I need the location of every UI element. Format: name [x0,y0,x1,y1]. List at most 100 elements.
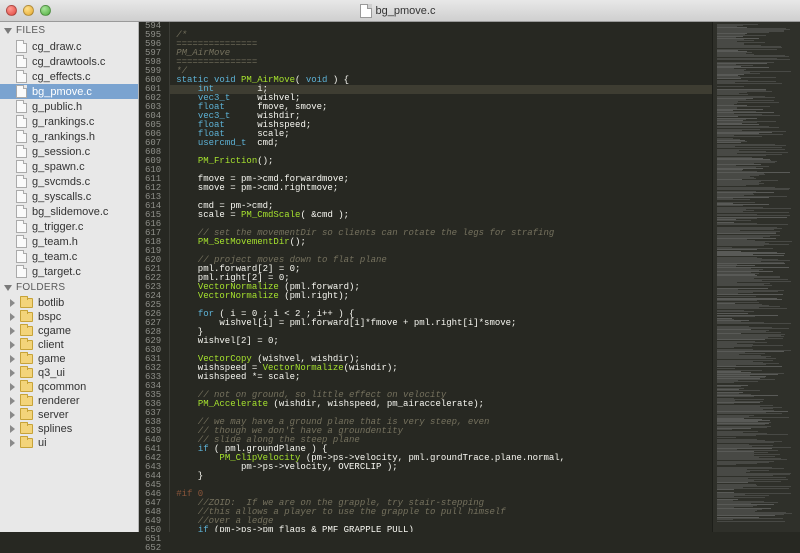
disclosure-right-icon [10,383,15,391]
file-icon [16,130,27,143]
disclosure-right-icon [10,327,15,335]
sidebar-file-item[interactable]: g_team.c [0,249,138,264]
main-panel: FILES cg_draw.c cg_drawtools.c cg_effects.… [0,22,800,532]
sidebar-folder-item[interactable]: q3_ui [0,366,138,380]
folder-icon [20,438,33,448]
disclosure-right-icon [10,425,15,433]
sidebar-group-label: FOLDERS [16,282,65,293]
sidebar-folder-label: botlib [38,297,64,309]
sidebar-file-label: g_target.c [32,266,81,278]
folder-icon [20,396,33,406]
sidebar-folder-label: client [38,339,64,351]
sidebar-file-item[interactable]: g_public.h [0,99,138,114]
file-icon [16,115,27,128]
sidebar-folder-item[interactable]: server [0,408,138,422]
sidebar-folder-label: game [38,353,66,365]
folder-icon [20,312,33,322]
editor: 5945955965975985996006016026036046056066… [139,22,800,532]
sidebar-folder-item[interactable]: game [0,352,138,366]
sidebar-file-label: cg_drawtools.c [32,56,105,68]
sidebar-folder-item[interactable]: botlib [0,296,138,310]
zoom-icon[interactable] [40,5,51,16]
minimize-icon[interactable] [23,5,34,16]
sidebar: FILES cg_draw.c cg_drawtools.c cg_effects.… [0,22,139,532]
sidebar-file-label: g_syscalls.c [32,191,91,203]
sidebar-file-item[interactable]: g_spawn.c [0,159,138,174]
sidebar-file-item[interactable]: g_team.h [0,234,138,249]
file-icon [16,175,27,188]
sidebar-file-label: bg_pmove.c [32,86,92,98]
sidebar-folder-label: bspc [38,311,61,323]
sidebar-folder-label: cgame [38,325,71,337]
sidebar-folder-label: qcommon [38,381,86,393]
sidebar-file-label: g_rankings.c [32,116,94,128]
sidebar-file-label: g_svcmds.c [32,176,90,188]
sidebar-file-label: g_public.h [32,101,82,113]
sidebar-folder-item[interactable]: renderer [0,394,138,408]
file-icon [16,70,27,83]
window-title: bg_pmove.c [51,4,744,18]
file-icon [16,55,27,68]
file-icon [16,205,27,218]
disclosure-right-icon [10,355,15,363]
sidebar-folder-label: q3_ui [38,367,65,379]
sidebar-file-item[interactable]: g_rankings.c [0,114,138,129]
file-icon [16,40,27,53]
file-icon [16,220,27,233]
sidebar-file-item[interactable]: cg_draw.c [0,39,138,54]
sidebar-file-label: g_trigger.c [32,221,83,233]
sidebar-file-label: g_rankings.h [32,131,95,143]
folders-list: botlib bspc cgame client game q3_uiqcommonren… [0,296,138,450]
sidebar-file-item[interactable]: g_syscalls.c [0,189,138,204]
line-number-gutter: 5945955965975985996006016026036046056066… [139,22,170,532]
sidebar-file-item[interactable]: cg_effects.c [0,69,138,84]
sidebar-file-item[interactable]: g_svcmds.c [0,174,138,189]
sidebar-folder-item[interactable]: ui [0,436,138,450]
disclosure-right-icon [10,313,15,321]
folder-icon [20,326,33,336]
sidebar-group-label: FILES [16,25,45,36]
folder-icon [20,340,33,350]
window-controls [6,5,51,16]
file-icon [16,85,27,98]
sidebar-group-files[interactable]: FILES [0,22,138,39]
sidebar-file-item[interactable]: cg_drawtools.c [0,54,138,69]
folder-icon [20,354,33,364]
sidebar-folder-item[interactable]: client [0,338,138,352]
sidebar-file-item[interactable]: bg_slidemove.c [0,204,138,219]
sidebar-folder-label: server [38,409,69,421]
sidebar-folder-item[interactable]: qcommon [0,380,138,394]
sidebar-file-item[interactable]: g_trigger.c [0,219,138,234]
window-title-text: bg_pmove.c [376,5,436,17]
sidebar-folder-label: ui [38,437,47,449]
file-icon [16,265,27,278]
sidebar-file-item[interactable]: g_target.c [0,264,138,279]
sidebar-file-label: cg_draw.c [32,41,82,53]
folder-icon [20,298,33,308]
folder-icon [20,368,33,378]
document-icon [360,4,372,18]
sidebar-folder-item[interactable]: bspc [0,310,138,324]
sidebar-file-label: g_session.c [32,146,90,158]
sidebar-file-label: cg_effects.c [32,71,91,83]
sidebar-folder-item[interactable]: cgame [0,324,138,338]
disclosure-right-icon [10,411,15,419]
sidebar-folder-label: splines [38,423,72,435]
sidebar-file-item[interactable]: bg_pmove.c [0,84,138,99]
sidebar-file-label: g_spawn.c [32,161,85,173]
file-icon [16,100,27,113]
sidebar-group-folders[interactable]: FOLDERS [0,279,138,296]
close-icon[interactable] [6,5,17,16]
sidebar-folder-item[interactable]: splines [0,422,138,436]
minimap[interactable] [712,22,800,532]
disclosure-down-icon [4,285,12,291]
file-icon [16,250,27,263]
sidebar-file-label: g_team.c [32,251,77,263]
sidebar-file-item[interactable]: g_session.c [0,144,138,159]
folder-icon [20,382,33,392]
open-files-list: cg_draw.c cg_drawtools.c cg_effects.c bg_pm… [0,39,138,279]
code-area[interactable]: /*===============PM_AirMove=============… [170,22,712,532]
sidebar-file-item[interactable]: g_rankings.h [0,129,138,144]
disclosure-right-icon [10,397,15,405]
folder-icon [20,410,33,420]
